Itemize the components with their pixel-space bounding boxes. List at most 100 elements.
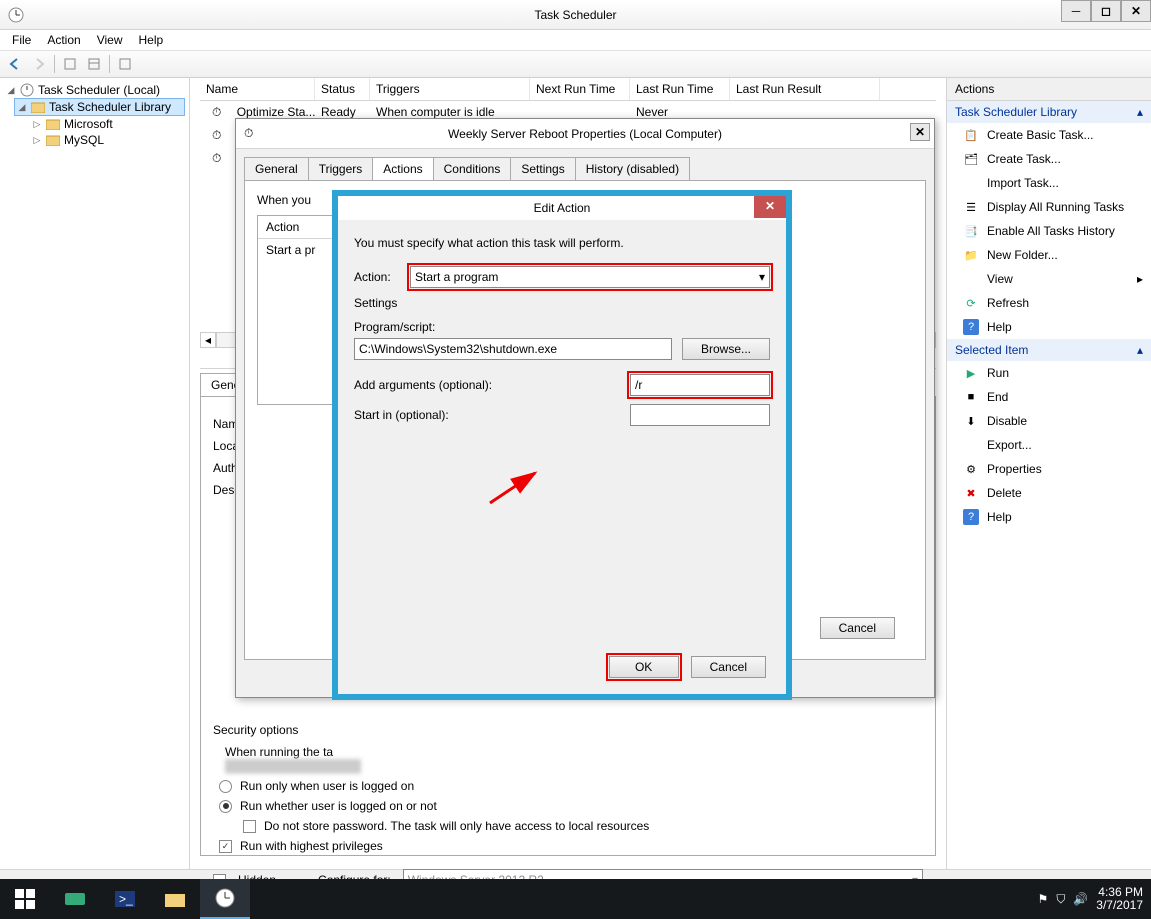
action-end[interactable]: ■End [947, 385, 1151, 409]
action-refresh[interactable]: ⟳ Refresh [947, 291, 1151, 315]
action-new-folder[interactable]: 📁New Folder... [947, 243, 1151, 267]
app-icon [8, 7, 24, 23]
taskbar-clock[interactable]: 4:36 PM 3/7/2017 [1096, 886, 1143, 912]
tree-toggle-icon[interactable]: ◢ [17, 102, 27, 113]
dialog-title: Weekly Server Reboot Properties (Local C… [448, 127, 722, 141]
scroll-left-button[interactable]: ◂ [200, 332, 216, 348]
task-icon: 📋 [963, 127, 979, 143]
menu-action[interactable]: Action [39, 31, 88, 49]
forward-button[interactable] [28, 53, 50, 75]
ok-button[interactable]: OK [609, 656, 679, 678]
action-label: Create Task... [987, 152, 1061, 166]
chevron-right-icon: ▸ [1137, 272, 1143, 286]
task-icon: 🗂 [963, 151, 979, 167]
action-display-running[interactable]: ☰Display All Running Tasks [947, 195, 1151, 219]
action-properties[interactable]: ⚙Properties [947, 457, 1151, 481]
window-title: Task Scheduler [534, 8, 616, 22]
cancel-button[interactable]: Cancel [820, 617, 895, 639]
action-help2[interactable]: ?Help [947, 505, 1151, 529]
center-panel: accu web hosting Name Status Triggers Ne… [190, 78, 946, 869]
col-name[interactable]: Name [200, 78, 315, 100]
action-create-task[interactable]: 🗂 Create Task... [947, 147, 1151, 171]
start-button[interactable] [0, 879, 50, 919]
action-view[interactable]: View▸ [947, 267, 1151, 291]
tray-sound-icon[interactable]: 🔊 [1073, 892, 1088, 906]
task-icon: ⏱ [206, 126, 227, 144]
tree-toggle-icon[interactable]: ▷ [32, 135, 42, 146]
action-help[interactable]: ?Help [947, 315, 1151, 339]
col-triggers[interactable]: Triggers [370, 78, 530, 100]
action-select[interactable]: Start a program ▾ [410, 266, 770, 288]
action-export[interactable]: Export... [947, 433, 1151, 457]
radio-logged-on[interactable] [219, 780, 232, 793]
blurred-user: ████████████████ [213, 759, 923, 773]
toolbar-btn-3[interactable] [114, 53, 136, 75]
radio-whether[interactable] [219, 800, 232, 813]
tab-settings[interactable]: Settings [510, 157, 575, 180]
tree-library[interactable]: ◢ Task Scheduler Library [14, 98, 185, 116]
menu-help[interactable]: Help [131, 31, 172, 49]
action-create-basic[interactable]: 📋 Create Basic Task... [947, 123, 1151, 147]
browse-button[interactable]: Browse... [682, 338, 770, 360]
action-import[interactable]: Import Task... [947, 171, 1151, 195]
dialog-close-button[interactable]: ✕ [910, 123, 930, 141]
tree-lib-label: Task Scheduler Library [49, 100, 171, 114]
action-run[interactable]: ▶ Run [947, 361, 1151, 385]
tree-child-microsoft[interactable]: ▷ Microsoft [30, 116, 185, 132]
taskbar-server-manager[interactable] [50, 879, 100, 919]
tree-child-mysql[interactable]: ▷ MySQL [30, 132, 185, 148]
actions-panel: Actions Task Scheduler Library ▴ 📋Create… [946, 78, 1151, 869]
check-highest-priv[interactable] [219, 840, 232, 853]
program-input[interactable] [354, 338, 672, 360]
taskbar-task-scheduler[interactable] [200, 879, 250, 919]
col-last[interactable]: Last Run Time [630, 78, 730, 100]
taskbar: >_ ⚑ ⛉ 🔊 4:36 PM 3/7/2017 [0, 879, 1151, 919]
collapse-icon[interactable]: ▴ [1137, 343, 1143, 357]
tree-toggle-icon[interactable]: ▷ [32, 119, 42, 130]
tab-triggers[interactable]: Triggers [308, 157, 374, 180]
play-icon: ▶ [963, 365, 979, 381]
col-result[interactable]: Last Run Result [730, 78, 880, 100]
col-next[interactable]: Next Run Time [530, 78, 630, 100]
action-enable-history[interactable]: 📑Enable All Tasks History [947, 219, 1151, 243]
tab-general[interactable]: General [244, 157, 309, 180]
close-button[interactable]: ✕ [1121, 0, 1151, 22]
action-label: Enable All Tasks History [987, 224, 1115, 238]
collapse-icon[interactable]: ▴ [1137, 105, 1143, 119]
col-status[interactable]: Status [315, 78, 370, 100]
edit-close-button[interactable]: ✕ [754, 196, 786, 218]
toolbar-btn-2[interactable] [83, 53, 105, 75]
args-input[interactable] [630, 374, 770, 396]
taskbar-powershell[interactable]: >_ [100, 879, 150, 919]
cancel-button[interactable]: Cancel [691, 656, 766, 678]
edit-dialog-title: Edit Action [514, 199, 611, 217]
startin-input[interactable] [630, 404, 770, 426]
menu-file[interactable]: File [4, 31, 39, 49]
check-no-password[interactable] [243, 820, 256, 833]
menu-view[interactable]: View [89, 31, 131, 49]
tab-history[interactable]: History (disabled) [575, 157, 690, 180]
action-label: Refresh [987, 296, 1029, 310]
action-label: Action: [354, 270, 402, 284]
tab-actions[interactable]: Actions [372, 157, 433, 180]
action-label: Create Basic Task... [987, 128, 1094, 142]
tree-child-label: Microsoft [64, 117, 113, 131]
back-button[interactable] [4, 53, 26, 75]
tray-flag-icon[interactable]: ⚑ [1038, 892, 1049, 906]
tray-network-icon[interactable]: ⛉ [1056, 892, 1065, 907]
maximize-button[interactable]: ◻ [1091, 0, 1121, 22]
chevron-down-icon: ▾ [759, 270, 765, 284]
toolbar [0, 50, 1151, 78]
tree-toggle-icon[interactable]: ◢ [6, 85, 16, 96]
tree-root[interactable]: ◢ Task Scheduler (Local) [4, 82, 185, 98]
action-label: Run [987, 366, 1009, 380]
toolbar-btn-1[interactable] [59, 53, 81, 75]
tab-conditions[interactable]: Conditions [433, 157, 512, 180]
refresh-icon: ⟳ [963, 295, 979, 311]
action-delete[interactable]: ✖Delete [947, 481, 1151, 505]
folder-icon [46, 118, 60, 130]
section-title: Selected Item [955, 343, 1028, 357]
minimize-button[interactable]: ─ [1061, 0, 1091, 22]
taskbar-explorer[interactable] [150, 879, 200, 919]
action-disable[interactable]: ⬇Disable [947, 409, 1151, 433]
